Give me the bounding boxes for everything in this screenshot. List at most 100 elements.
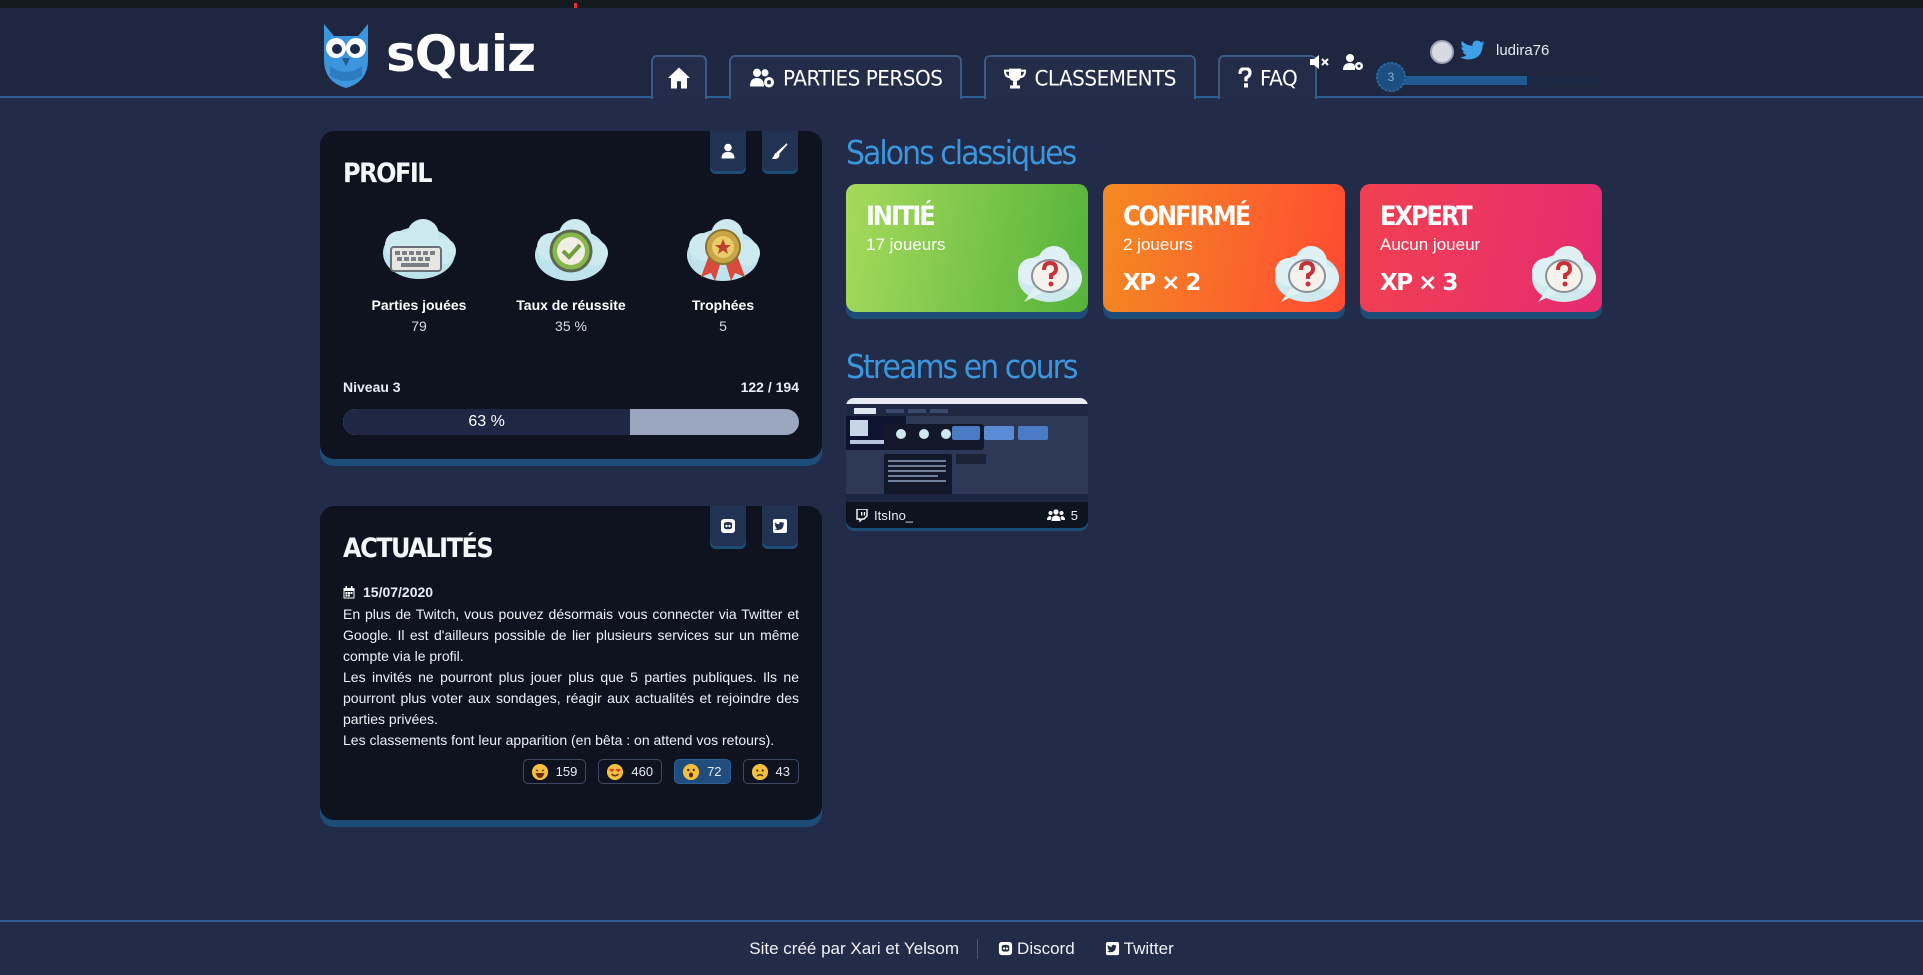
profile-stats: Parties jouées 79 Taux de réussite 35 % … <box>343 215 799 334</box>
logo-text: sQuiz <box>386 25 536 83</box>
nav-parties-persos[interactable]: PARTIES PERSOS <box>729 54 963 100</box>
news-date-text: 15/07/2020 <box>363 584 434 600</box>
news-date: 15/07/2020 <box>343 584 433 600</box>
love-emoji-icon <box>607 763 624 780</box>
salon-xp: XP × 2 <box>1123 270 1201 296</box>
logo[interactable]: sQuiz <box>320 20 536 88</box>
keyboard-cloud-icon <box>383 219 456 279</box>
salon-players: Aucun joueur <box>1380 235 1481 254</box>
reaction-laugh[interactable]: 159 <box>522 759 587 784</box>
sad-emoji-icon <box>751 763 768 780</box>
stat-label: Trophées <box>691 297 755 313</box>
stream-streamer: ItsIno_ <box>856 508 913 523</box>
stat-label: Parties jouées <box>371 297 467 313</box>
stat-value: 5 <box>719 318 727 334</box>
salon-name: CONFIRMÉ <box>1123 200 1251 232</box>
brush-icon <box>772 143 788 159</box>
nav-home-button[interactable] <box>651 54 707 100</box>
user-icon <box>721 143 735 159</box>
stat-trophies: Trophées 5 <box>647 215 799 334</box>
browser-top-strip <box>0 0 1923 8</box>
news-paragraph: Les invités ne pourront plus jouer plus … <box>343 669 799 727</box>
reaction-surprised[interactable]: 72 <box>674 759 731 784</box>
twitter-square-icon <box>1105 941 1119 956</box>
main-nav: PARTIES PERSOS CLASSEMENTS FAQ <box>651 54 1318 100</box>
question-icon <box>1238 67 1252 88</box>
xp-count: 122 / 194 <box>740 379 799 395</box>
salon-confirme-card[interactable]: CONFIRMÉ 2 joueurs XP × 2 <box>1103 184 1345 312</box>
viewer-count: 5 <box>1070 507 1078 523</box>
news-card: ACTUALITÉS 15/07/2020 En plus de Twitch,… <box>320 506 822 820</box>
streams-title: Streams en cours <box>846 348 1079 387</box>
avatar[interactable] <box>1430 40 1454 64</box>
surprised-emoji-icon <box>683 763 700 780</box>
owl-logo-icon <box>324 24 368 88</box>
footer-link-label: Twitter <box>1123 938 1174 958</box>
news-twitter-button[interactable] <box>762 506 798 546</box>
reaction-count: 159 <box>555 764 578 779</box>
reaction-love[interactable]: 460 <box>598 759 663 784</box>
news-discord-button[interactable] <box>710 506 746 546</box>
news-reactions: 159 460 72 43 <box>522 759 799 784</box>
salon-name: EXPERT <box>1380 200 1473 232</box>
discord-icon <box>998 941 1013 956</box>
footer-credit: Site créé par Xari et Yelsom <box>749 938 979 959</box>
question-cloud-icon <box>1018 246 1082 302</box>
users-cog-icon <box>750 68 774 88</box>
user-cog-icon[interactable] <box>1342 52 1364 72</box>
reaction-sad[interactable]: 43 <box>742 759 799 784</box>
level-badge: 3 <box>1376 62 1406 92</box>
stat-value: 79 <box>411 318 427 334</box>
twitter-icon <box>1460 40 1485 60</box>
level-progress-fill: 63 % <box>343 409 631 435</box>
question-cloud-icon <box>1532 246 1596 302</box>
footer-twitter-link[interactable]: Twitter <box>1105 939 1174 959</box>
check-cloud-icon <box>535 219 608 281</box>
salon-xp: XP × 3 <box>1380 270 1458 296</box>
user-panel[interactable]: ludira76 3 <box>1376 32 1602 92</box>
user-xp-fill <box>1400 76 1528 85</box>
salon-expert-card[interactable]: EXPERT Aucun joueur XP × 3 <box>1360 184 1602 312</box>
users-icon <box>1046 509 1065 521</box>
reaction-count: 72 <box>707 764 722 779</box>
news-paragraph: En plus de Twitch, vous pouvez désormais… <box>343 606 799 664</box>
footer-discord-link[interactable]: Discord <box>998 939 1075 959</box>
nav-label: PARTIES PERSOS <box>783 65 943 91</box>
level-label: Niveau 3 <box>343 379 401 395</box>
news-paragraph: Les classements font leur apparition (en… <box>343 732 775 748</box>
nav-classements[interactable]: CLASSEMENTS <box>984 54 1196 100</box>
nav-label: FAQ <box>1259 65 1298 91</box>
streamer-name: ItsIno_ <box>874 507 914 523</box>
reaction-count: 43 <box>775 764 790 779</box>
stream-card[interactable]: ItsIno_ 5 <box>846 398 1088 528</box>
stat-label: Taux de réussite <box>516 297 626 313</box>
news-body: En plus de Twitch, vous pouvez désormais… <box>343 604 799 751</box>
nav-faq[interactable]: FAQ <box>1217 54 1318 100</box>
level-progress-bar: 63 % <box>343 409 799 435</box>
medal-cloud-icon <box>687 219 760 281</box>
stream-thumbnail <box>846 398 1088 502</box>
laugh-emoji-icon <box>531 763 548 780</box>
site-header: sQuiz PARTIES PERSOS CLASSEMENTS FAQ lud… <box>0 8 1923 100</box>
username: ludira76 <box>1496 42 1550 59</box>
home-icon <box>668 67 690 89</box>
salon-players: 2 joueurs <box>1123 235 1193 254</box>
stream-viewers: 5 <box>1046 507 1078 523</box>
site-footer: Site créé par Xari et Yelsom Discord Twi… <box>0 920 1923 975</box>
twitter-square-icon <box>773 519 787 533</box>
stat-success-rate: Taux de réussite 35 % <box>495 215 647 334</box>
twitch-icon <box>856 508 868 522</box>
user-xp-bar <box>1400 76 1602 85</box>
trophy-icon <box>1004 68 1027 89</box>
salon-initie-card[interactable]: INITIÉ 17 joueurs <box>846 184 1088 312</box>
calendar-icon <box>343 585 355 598</box>
profile-user-button[interactable] <box>710 131 746 171</box>
mute-icon[interactable] <box>1308 52 1330 72</box>
profile-customize-button[interactable] <box>762 131 798 171</box>
footer-link-label: Discord <box>1017 938 1075 958</box>
discord-icon <box>721 519 735 533</box>
question-cloud-icon <box>1275 246 1339 302</box>
stream-footer: ItsIno_ 5 <box>846 502 1088 528</box>
stat-value: 35 % <box>555 318 587 334</box>
profile-title: PROFIL <box>343 157 433 189</box>
